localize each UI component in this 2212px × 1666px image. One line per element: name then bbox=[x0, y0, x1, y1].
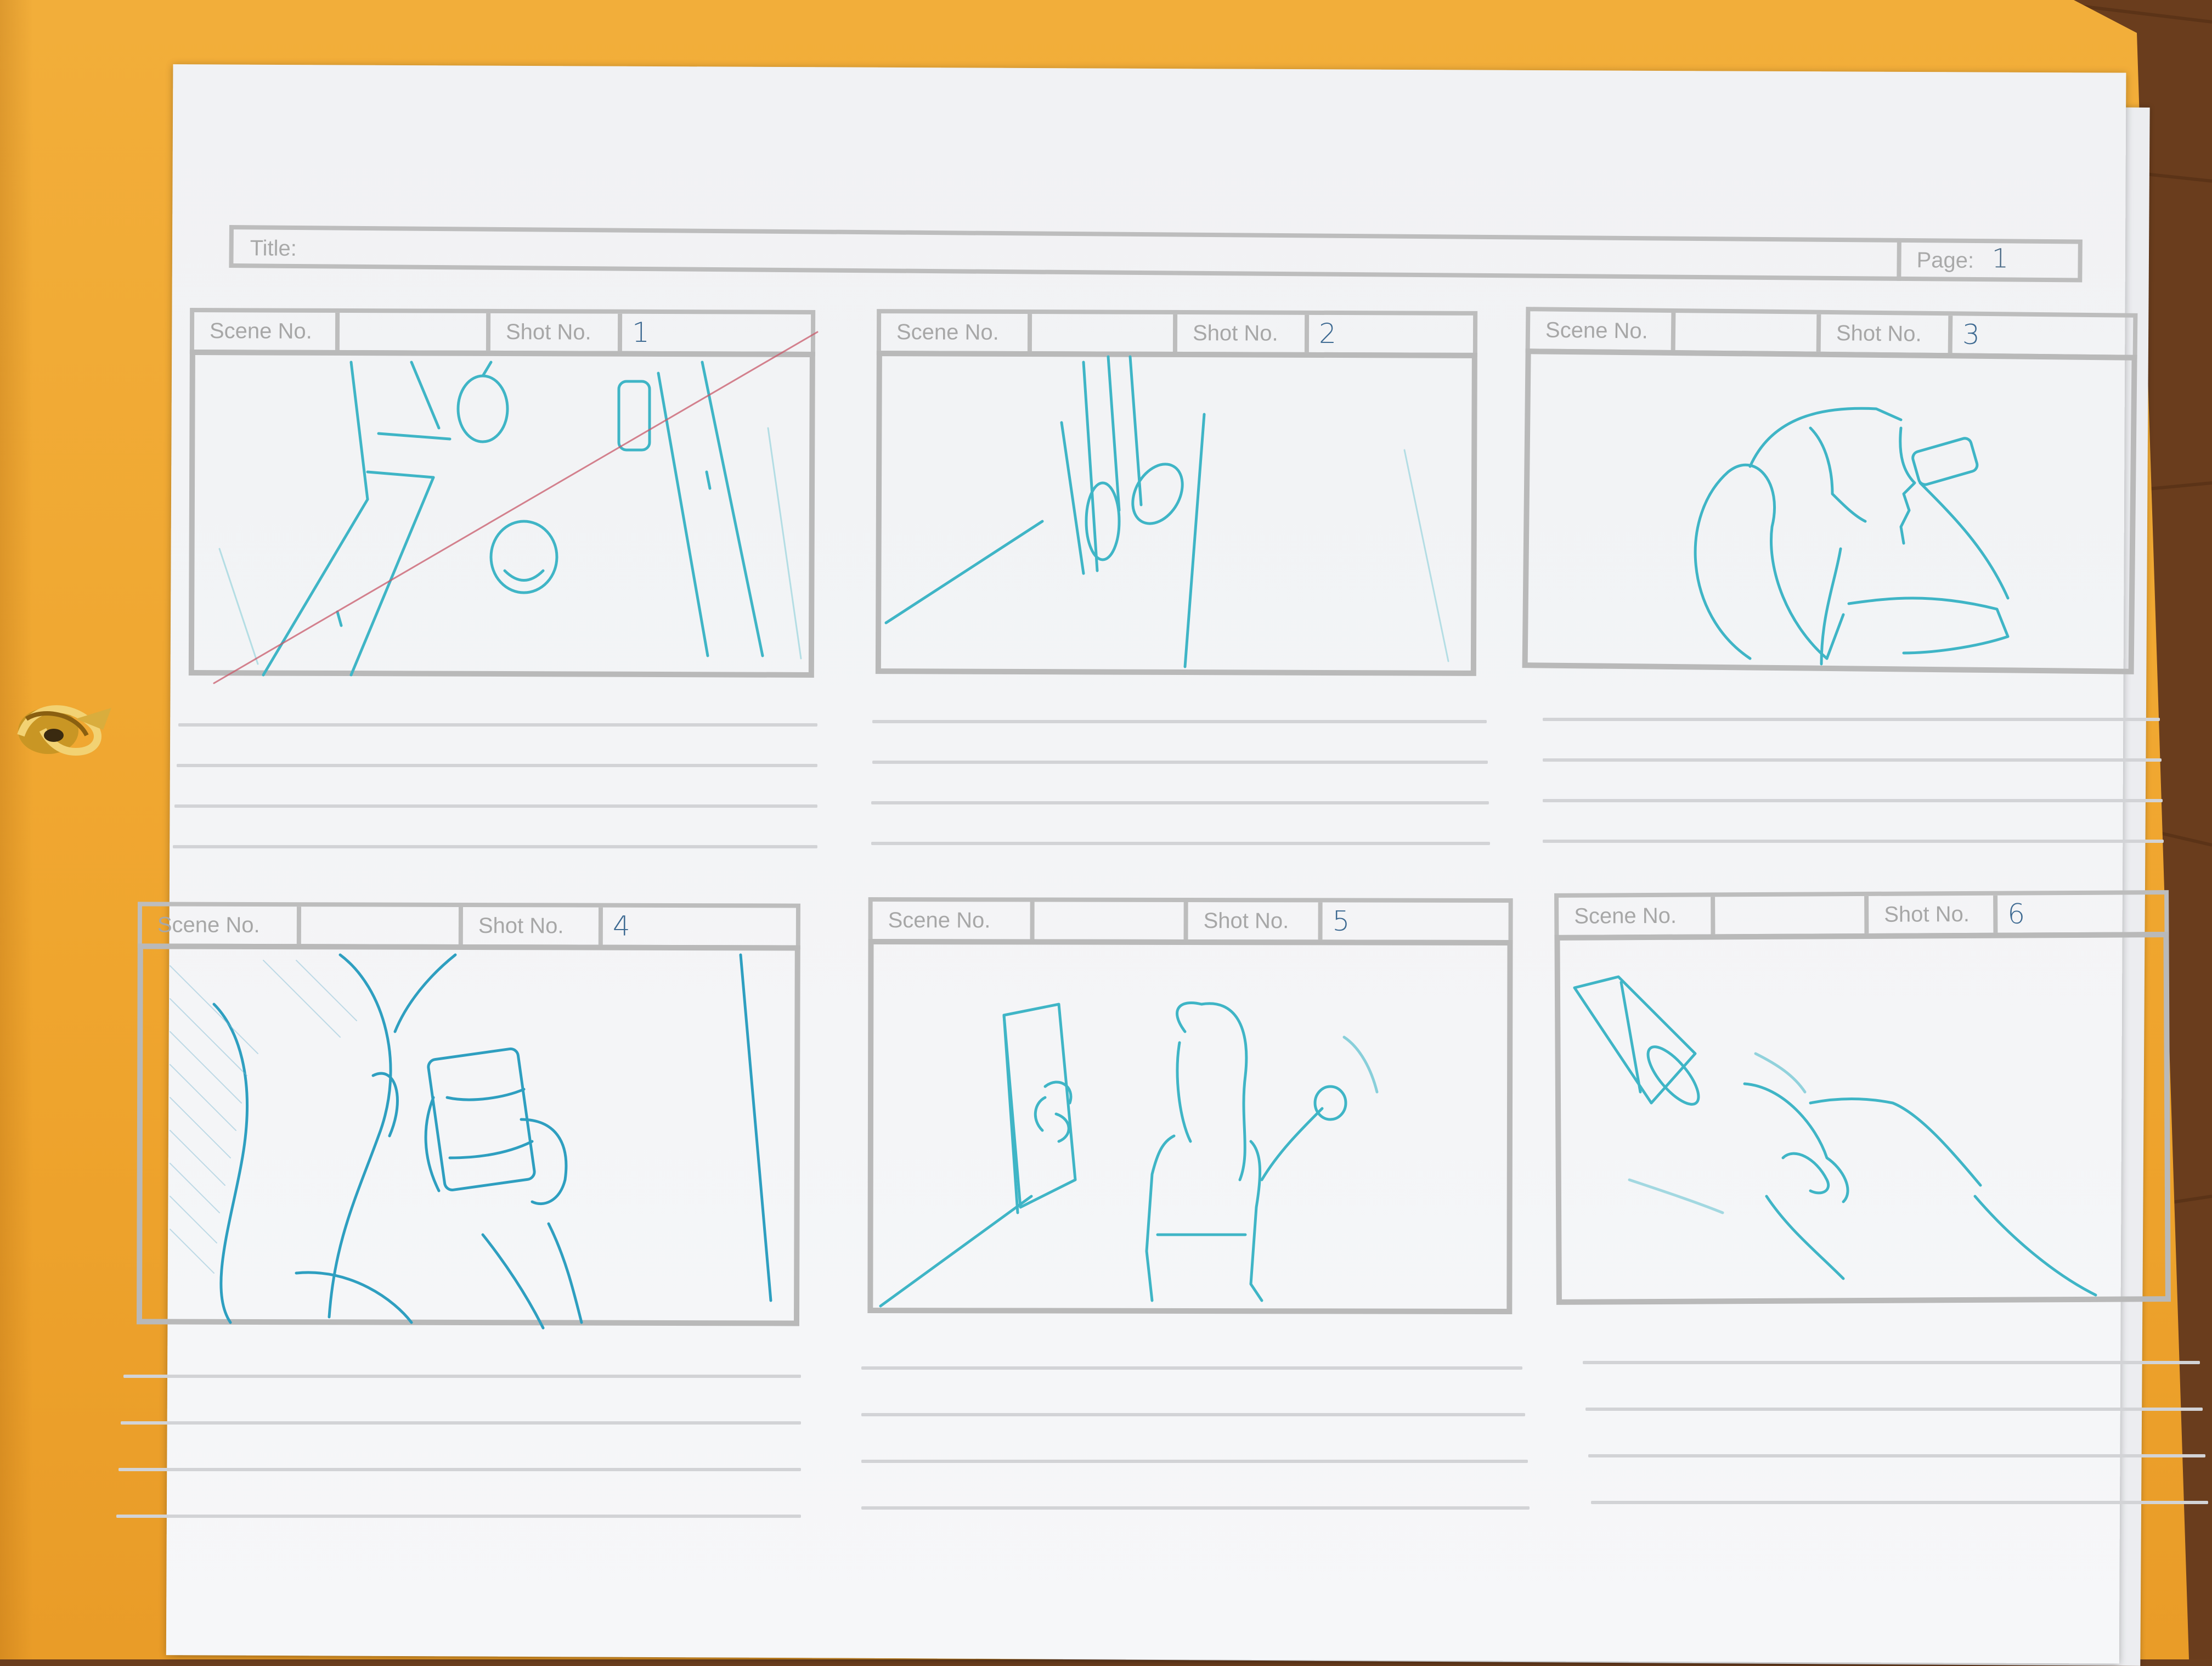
sketch-panel-5 bbox=[879, 1001, 1379, 1308]
sketch-panel-4 bbox=[212, 953, 772, 1330]
shading-panel-4 bbox=[170, 960, 357, 1274]
red-pencil-line bbox=[213, 331, 819, 684]
pencil-sketches bbox=[170, 331, 2097, 1330]
sketch-panel-2 bbox=[884, 355, 1449, 668]
sketch-panel-1 bbox=[218, 361, 802, 677]
sketch-panel-6 bbox=[1573, 975, 2097, 1297]
sketch-panel-3 bbox=[1694, 407, 2010, 666]
